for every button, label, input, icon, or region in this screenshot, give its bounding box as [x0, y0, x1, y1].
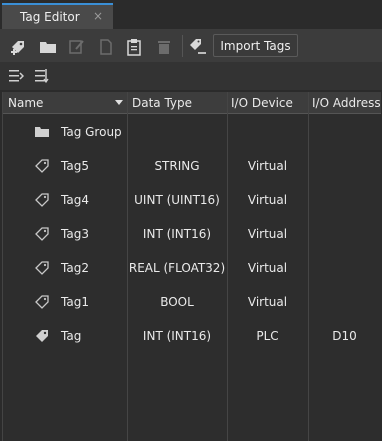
collapse-all-icon[interactable] [8, 68, 24, 84]
column-header-data-type[interactable]: Data Type [129, 92, 227, 114]
folder-icon[interactable] [39, 38, 57, 56]
tag-name: Tag5 [61, 159, 89, 173]
folder-icon [35, 127, 49, 137]
tab-title: Tag Editor [20, 10, 80, 24]
toolbar-separator [182, 35, 183, 57]
tag-io-device: Virtual [247, 261, 288, 275]
tag-data-type [127, 115, 227, 149]
tag-data-type: INT (INT16) [142, 329, 212, 343]
column-header-name[interactable]: Name [5, 92, 129, 114]
tag-name: Tag [61, 329, 82, 343]
tag-data-type: BOOL [160, 295, 194, 309]
column-header-io-device[interactable]: I/O Device [228, 92, 308, 114]
tag-io-device [227, 115, 308, 149]
tag-name: Tag4 [61, 193, 89, 207]
tag-filled-icon [36, 330, 48, 342]
tag-table: Name Data Type I/O Device I/O Address Ta… [2, 92, 381, 441]
tag-outline-icon [35, 227, 49, 241]
table-row[interactable]: Tag5 STRING Virtual [3, 149, 381, 183]
tag-io-device: PLC [256, 329, 279, 343]
table-row[interactable]: Tag Group [3, 115, 381, 149]
expand-all-icon[interactable] [34, 68, 50, 84]
view-toolbar [0, 62, 382, 90]
table-row[interactable]: Tag INT (INT16) PLC D10 [3, 319, 381, 353]
tag-name: Tag2 [61, 261, 89, 275]
tag-outline-icon [35, 159, 49, 173]
tag-outline-icon [35, 295, 49, 309]
tag-io-address [308, 115, 381, 149]
tag-io-address [308, 285, 381, 319]
tag-name: Tag1 [61, 295, 89, 309]
tag-name: Tag3 [61, 227, 89, 241]
new-tag-icon[interactable] [10, 38, 28, 56]
tab-tag-editor[interactable]: Tag Editor × [2, 3, 113, 29]
delete-icon[interactable] [155, 38, 173, 56]
tag-name: Tag Group [61, 125, 122, 139]
tag-io-device: Virtual [247, 159, 288, 173]
import-tags-button[interactable]: Import Tags [213, 34, 298, 57]
tag-data-type: UINT (UINT16) [134, 193, 220, 207]
table-row[interactable]: Tag3 INT (INT16) Virtual [3, 217, 381, 251]
tag-data-type: INT (INT16) [142, 227, 212, 241]
tag-count-icon[interactable] [189, 38, 207, 56]
table-row[interactable]: Tag1 BOOL Virtual [3, 285, 381, 319]
tag-outline-icon [35, 261, 49, 275]
edit-icon[interactable] [68, 38, 86, 56]
close-icon[interactable]: × [93, 9, 103, 23]
tag-io-address [308, 251, 381, 285]
paste-icon[interactable] [125, 38, 143, 56]
column-header-io-address[interactable]: I/O Address [309, 92, 381, 114]
tag-io-address [308, 183, 381, 217]
tag-io-device: Virtual [247, 227, 288, 241]
tag-data-type: STRING [154, 159, 200, 173]
tag-outline-icon [35, 193, 49, 207]
table-row[interactable]: Tag4 UINT (UINT16) Virtual [3, 183, 381, 217]
sort-descending-icon[interactable] [115, 100, 123, 105]
tag-io-address [308, 149, 381, 183]
toolbar: Import Tags [0, 29, 382, 62]
tag-io-device: Virtual [247, 295, 288, 309]
tag-io-address: D10 [332, 329, 357, 343]
tag-io-device: Virtual [247, 193, 288, 207]
tab-strip: Tag Editor × [0, 0, 382, 29]
table-row[interactable]: Tag2 REAL (FLOAT32) Virtual [3, 251, 381, 285]
copy-icon[interactable] [97, 38, 115, 56]
tag-io-address [308, 217, 381, 251]
table-header: Name Data Type I/O Device I/O Address [3, 92, 381, 114]
tag-data-type: REAL (FLOAT32) [128, 261, 226, 275]
